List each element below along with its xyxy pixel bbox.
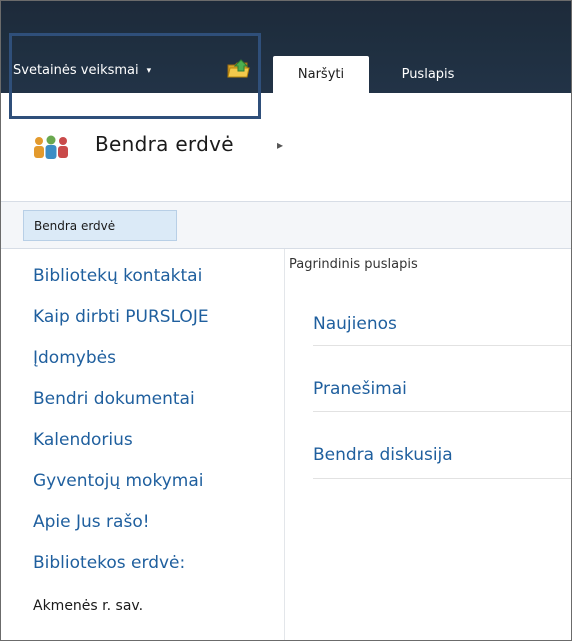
sidebar-item-shared-documents[interactable]: Bendri dokumentai (33, 389, 195, 409)
folder-up-arrow-icon[interactable] (227, 59, 251, 79)
tab-browse[interactable]: Naršyti (273, 56, 369, 93)
link-news[interactable]: Naujienos (313, 314, 397, 334)
divider (313, 345, 571, 346)
tab-browse-label: Naršyti (297, 67, 345, 82)
sharepoint-window: Svetainės veiksmai ▾ Naršyti Puslapis Be… (0, 0, 572, 641)
tab-page-label: Puslapis (401, 67, 455, 82)
site-actions-label: Svetainės veiksmai (13, 63, 139, 78)
tab-page[interactable]: Puslapis (383, 56, 473, 93)
chevron-right-icon: ▸ (277, 138, 284, 152)
sidebar-item-about-you[interactable]: Apie Jus rašo! (33, 512, 150, 532)
sidebar-item-library-space[interactable]: Bibliotekos erdvė: (33, 553, 185, 573)
site-actions-menu[interactable]: Svetainės veiksmai ▾ (13, 63, 151, 78)
sidebar-item-library-contacts[interactable]: Bibliotekų kontaktai (33, 266, 202, 286)
site-title[interactable]: Bendra erdvė (95, 132, 234, 156)
title-area (1, 93, 571, 201)
sidebar-item-resident-training[interactable]: Gyventojų mokymai (33, 471, 203, 491)
section-label: Pagrindinis puslapis (289, 257, 418, 272)
chevron-down-icon: ▾ (146, 65, 152, 76)
sidebar-footer-text: Akmenės r. sav. (33, 598, 144, 614)
people-group-icon (34, 135, 68, 159)
divider (313, 411, 571, 412)
sidebar-item-how-to-work[interactable]: Kaip dirbti PURSLOJE (33, 307, 209, 327)
link-discussion[interactable]: Bendra diskusija (313, 445, 453, 465)
divider (313, 478, 571, 479)
sidebar-item-curiosities[interactable]: Įdomybės (33, 348, 116, 368)
topbar-item-home[interactable]: Bendra erdvė (23, 210, 177, 241)
sidebar-item-calendar[interactable]: Kalendorius (33, 430, 133, 450)
link-announcements[interactable]: Pranešimai (313, 379, 407, 399)
